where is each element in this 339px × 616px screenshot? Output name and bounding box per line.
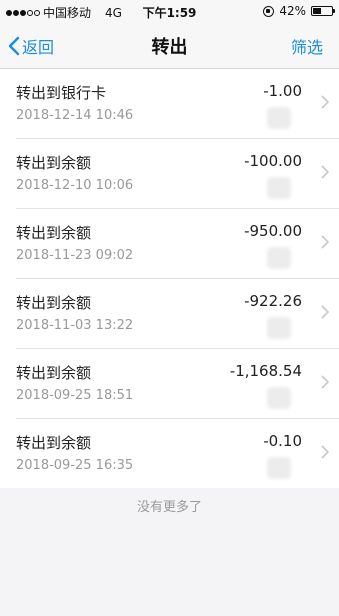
list-item[interactable]: 转出到余额 2018-09-25 18:51 -1,168.54 — [16, 349, 339, 419]
filter-button[interactable]: 筛选 — [291, 34, 323, 58]
record-amount: -0.10 — [263, 432, 302, 450]
record-title: 转出到余额 — [16, 224, 92, 242]
chevron-right-icon — [321, 445, 329, 459]
list-item[interactable]: 转出到余额 2018-11-23 09:02 -950.00 — [16, 209, 339, 279]
record-amount: -1,168.54 — [229, 362, 302, 380]
record-title: 转出到银行卡 — [16, 84, 107, 102]
record-time: 2018-12-14 10:46 — [16, 108, 134, 123]
record-amount: -922.26 — [244, 292, 302, 310]
battery-icon — [311, 6, 335, 16]
chevron-right-icon — [321, 235, 329, 249]
battery-percent: 42% — [279, 4, 306, 18]
chevron-right-icon — [321, 375, 329, 389]
list-item[interactable]: 转出到余额 2018-11-03 13:22 -922.26 — [16, 279, 339, 349]
rotation-lock-icon — [263, 5, 275, 17]
no-more-text: 没有更多了 — [136, 500, 202, 515]
record-amount: -100.00 — [244, 152, 302, 170]
navigation-bar: 返回 转出 筛选 — [0, 22, 339, 69]
record-title: 转出到余额 — [16, 364, 92, 382]
blurred-status — [267, 177, 291, 199]
record-title: 转出到余额 — [16, 154, 92, 172]
status-right: 42% — [263, 4, 335, 18]
blurred-status — [267, 107, 291, 129]
record-title: 转出到余额 — [16, 434, 92, 452]
record-title: 转出到余额 — [16, 294, 92, 312]
chevron-right-icon — [321, 165, 329, 179]
record-amount: -1.00 — [263, 82, 302, 100]
record-time: 2018-09-25 16:35 — [16, 458, 134, 473]
list-item[interactable]: 转出到余额 2018-09-25 16:35 -0.10 — [16, 419, 339, 488]
blurred-status — [267, 387, 291, 409]
record-time: 2018-11-23 09:02 — [16, 248, 134, 263]
record-time: 2018-11-03 13:22 — [16, 318, 134, 333]
chevron-right-icon — [321, 95, 329, 109]
blurred-status — [267, 317, 291, 339]
list-item[interactable]: 转出到银行卡 2018-12-14 10:46 -1.00 — [16, 69, 339, 139]
record-time: 2018-12-10 10:06 — [16, 178, 134, 193]
record-amount: -950.00 — [244, 222, 302, 240]
list-item[interactable]: 转出到余额 2018-12-10 10:06 -100.00 — [16, 139, 339, 209]
record-time: 2018-09-25 18:51 — [16, 388, 134, 403]
page-title: 转出 — [151, 37, 188, 58]
status-bar: 中国移动 4G 下午1:59 42% — [0, 0, 339, 22]
blurred-status — [267, 457, 291, 479]
blurred-status — [267, 247, 291, 269]
chevron-right-icon — [321, 305, 329, 319]
transfer-record-list: 转出到银行卡 2018-12-14 10:46 -1.00 转出到余额 2018… — [0, 69, 339, 488]
